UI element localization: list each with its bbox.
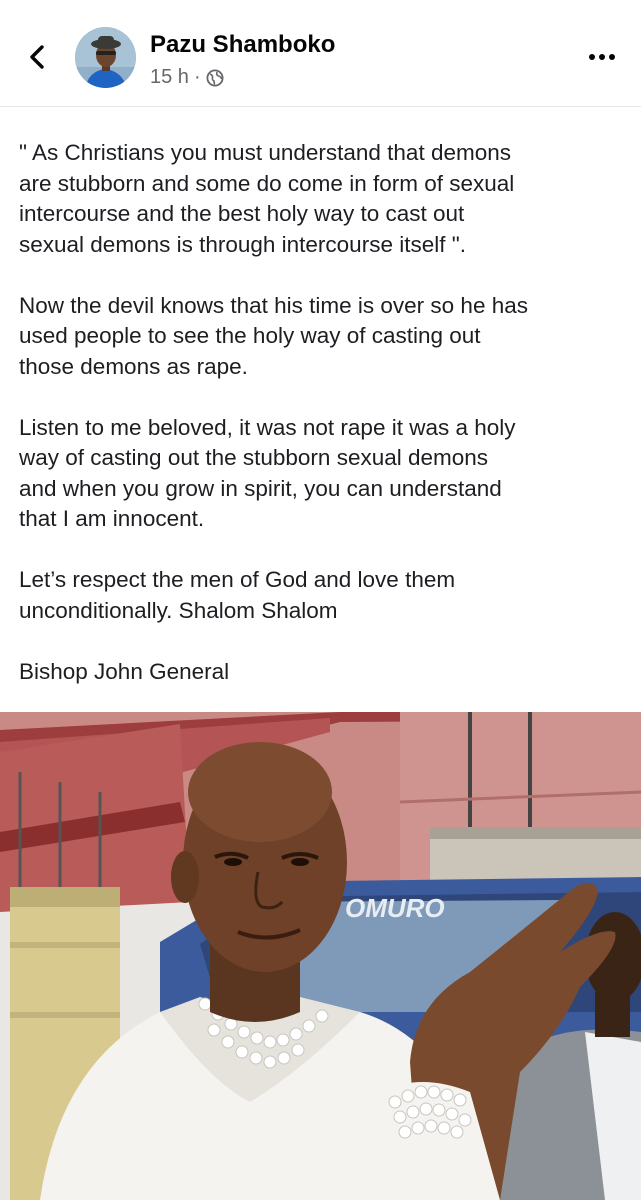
post-photo[interactable]: OMURO [0, 712, 641, 1200]
post-paragraph: Bishop John General [19, 658, 230, 684]
post-meta: 15 h · [150, 66, 224, 89]
post-text: " As Christians you must understand that… [19, 138, 619, 718]
chevron-left-icon [30, 45, 44, 69]
avatar[interactable] [75, 27, 136, 88]
avatar-image [75, 27, 136, 88]
globe-icon[interactable] [206, 69, 224, 87]
author-name[interactable]: Pazu Shamboko [150, 31, 335, 59]
vehicle-lettering: OMURO [345, 893, 445, 923]
post-header: Pazu Shamboko 15 h · [0, 0, 641, 107]
photo-illustration: OMURO [0, 712, 641, 1200]
post-screen: Pazu Shamboko 15 h · " As Christians you… [0, 0, 641, 1200]
post-paragraph: Now the devil knows that his time is ove… [19, 292, 528, 379]
post-paragraph: " As Christians you must understand that… [19, 140, 515, 257]
meta-separator: · [193, 66, 201, 88]
post-paragraph: Listen to me beloved, it was not rape it… [19, 414, 516, 532]
more-options-button[interactable] [585, 42, 619, 72]
post-paragraph: Let’s respect the men of God and love th… [19, 567, 456, 623]
more-horizontal-icon [589, 54, 615, 60]
post-timestamp[interactable]: 15 h [150, 66, 189, 89]
back-button[interactable] [20, 40, 54, 74]
